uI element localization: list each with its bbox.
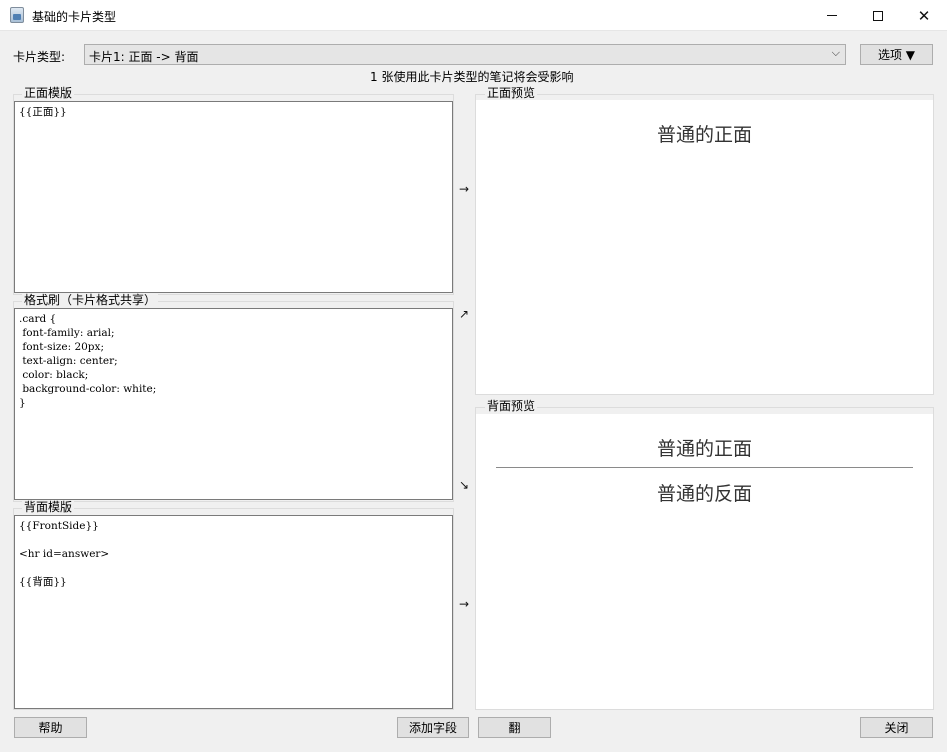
maximize-button[interactable] [855, 0, 901, 31]
styling-editor[interactable]: .card { font-family: arial; font-size: 2… [14, 308, 453, 500]
close-button[interactable]: 关闭 [860, 717, 933, 738]
add-field-button-label: 添加字段 [408, 721, 457, 735]
help-button-label: 帮助 [38, 721, 63, 735]
front-preview-text: 普通的正面 [656, 124, 752, 146]
card-type-label: 卡片类型: [13, 50, 66, 64]
window-title: 基础的卡片类型 [32, 10, 117, 24]
add-field-button[interactable]: 添加字段 [397, 717, 469, 738]
affected-notes-notice: 1 张使用此卡片类型的笔记将会受影响 [370, 70, 574, 84]
title-bar: 基础的卡片类型 ✕ [0, 0, 947, 31]
front-preview-pane: 普通的正面 [476, 100, 933, 394]
close-button-label: 关闭 [884, 721, 909, 735]
card-type-value: 卡片1: 正面 -> 背面 [89, 50, 199, 64]
close-window-button[interactable]: ✕ [901, 0, 947, 31]
maximize-icon [873, 10, 883, 21]
back-preview-title: 背面预览 [485, 399, 538, 413]
back-template-title: 背面模版 [22, 500, 75, 514]
flip-button[interactable]: 翻 [478, 717, 551, 738]
app-icon [10, 7, 24, 23]
front-template-title: 正面模版 [22, 86, 75, 100]
front-arrow-icon: → [459, 182, 470, 196]
answer-divider [496, 467, 913, 468]
options-button[interactable]: 选项 ▼ [860, 44, 933, 65]
styling-up-arrow-icon: ↗ [459, 307, 470, 321]
styling-title: 格式刷（卡片格式共享） [22, 293, 159, 307]
chevron-down-icon: ⌵ [831, 46, 840, 59]
minimize-icon [827, 15, 837, 16]
back-arrow-icon: → [459, 597, 470, 611]
minimize-button[interactable] [809, 0, 855, 31]
back-template-editor[interactable]: {{FrontSide}} <hr id=answer> {{背面}} [14, 515, 453, 709]
options-button-label: 选项 ▼ [877, 48, 916, 62]
back-preview-question: 普通的正面 [656, 438, 752, 460]
close-icon: ✕ [917, 6, 931, 25]
help-button[interactable]: 帮助 [14, 717, 87, 738]
flip-button-label: 翻 [508, 721, 521, 735]
card-type-select[interactable]: 卡片1: 正面 -> 背面 ⌵ [84, 44, 846, 65]
front-preview-title: 正面预览 [485, 86, 538, 100]
back-preview-answer: 普通的反面 [656, 483, 752, 505]
back-preview-pane: 普通的正面 普通的反面 [476, 414, 933, 709]
front-template-editor[interactable]: {{正面}} [14, 101, 453, 293]
styling-down-arrow-icon: ↘ [459, 478, 470, 492]
